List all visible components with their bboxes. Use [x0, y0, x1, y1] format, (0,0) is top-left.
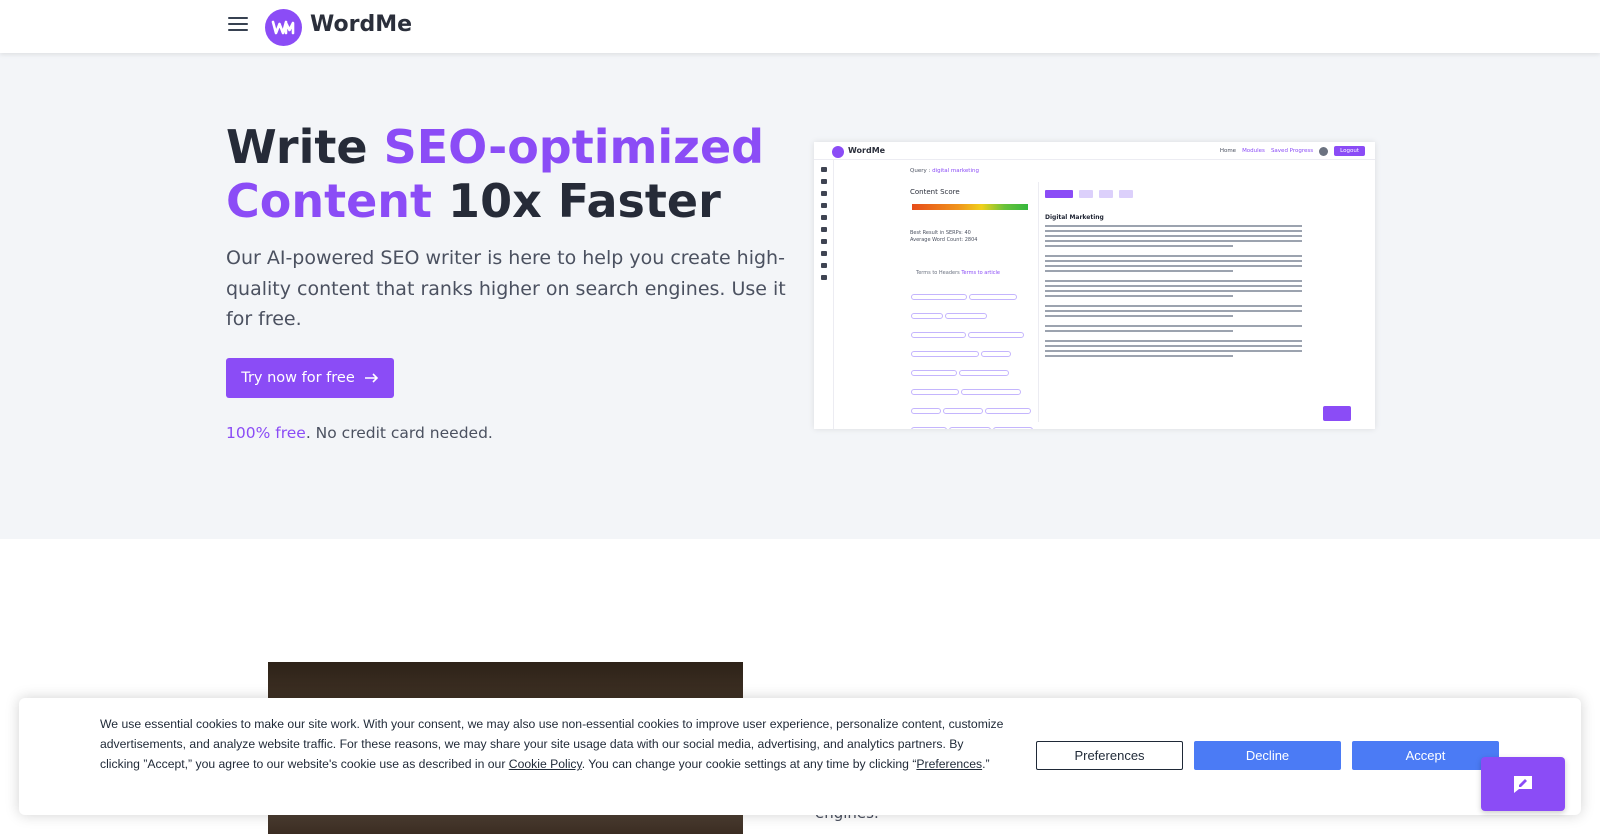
preview-sidebar [814, 160, 834, 429]
preview-content-score: Content Score Best Result in SERPs: 40 A… [910, 188, 1035, 429]
hero-subtext: Our AI-powered SEO writer is here to hel… [226, 247, 786, 330]
preview-stats: Best Result in SERPs: 40 Average Word Co… [910, 230, 977, 244]
preview-word-value: 2804 [964, 237, 978, 243]
cookie-text: We use essential cookies to make our sit… [100, 714, 1005, 774]
cookie-banner: We use essential cookies to make our sit… [19, 698, 1581, 815]
preview-word-label: Average Word Count: [910, 237, 964, 243]
cookie-policy-link[interactable]: Cookie Policy [509, 757, 582, 771]
preview-query: Query : digital marketing [910, 168, 979, 174]
accept-button[interactable]: Accept [1352, 741, 1499, 770]
preview-serp-value: 40 [964, 230, 971, 236]
headline-part1: Write [226, 120, 384, 174]
cta-label: Try now for free [241, 370, 355, 386]
free-note: 100% free. No credit card needed. [226, 424, 493, 442]
decline-button[interactable]: Decline [1194, 741, 1341, 770]
preview-chat-icon [1323, 406, 1351, 421]
preview-brand: WordMe [848, 146, 886, 155]
preview-editor: Digital Marketing [1038, 182, 1308, 422]
preview-editor-toolbar [1045, 190, 1302, 200]
headline-part2: 10x Faster [432, 174, 721, 228]
wordme-logo-icon[interactable] [265, 9, 302, 46]
cookie-text-after: .” [982, 757, 990, 771]
preview-query-label: Query : [910, 168, 931, 174]
preview-logo-icon [832, 146, 844, 158]
preview-score-title: Content Score [910, 188, 960, 196]
preferences-button[interactable]: Preferences [1036, 741, 1183, 770]
preview-nav-modules: Modules [1242, 148, 1265, 154]
chat-button[interactable] [1481, 757, 1565, 811]
app-preview-screenshot: WordMe Home Modules Saved Progress Logou… [814, 142, 1375, 429]
brand-name[interactable]: WordMe [310, 12, 412, 37]
preview-tab-article: Terms to article [961, 270, 1000, 276]
preview-term-tags [910, 286, 1035, 429]
chat-icon [1514, 776, 1532, 793]
preview-doc-title: Digital Marketing [1045, 214, 1104, 221]
free-accent: 100% free [226, 424, 306, 442]
cookie-preferences-link[interactable]: Preferences [916, 757, 982, 771]
top-navbar: WordMe [0, 0, 1600, 53]
preview-doc-body [1039, 225, 1308, 357]
preview-nav-saved: Saved Progress [1270, 148, 1314, 154]
preview-query-value: digital marketing [932, 168, 979, 174]
preview-topbar: WordMe Home Modules Saved Progress Logou… [814, 142, 1375, 160]
hero-headline: Write SEO-optimized Content 10x Faster [226, 120, 786, 228]
hamburger-menu-icon[interactable] [228, 17, 248, 33]
headline-accent1: SEO-optimized [383, 120, 765, 174]
preview-tabs: Terms to Headers Terms to article [916, 270, 1000, 276]
preview-logout: Logout [1334, 146, 1365, 156]
preview-avatar-icon [1319, 146, 1329, 156]
preview-serp-label: Best Result in SERPs: [910, 230, 963, 236]
preview-tab-headers: Terms to Headers [916, 270, 960, 276]
headline-accent2: Content [226, 174, 433, 228]
cookie-text-middle: . You can change your cookie settings at… [581, 757, 917, 771]
preview-nav-home: Home [1219, 148, 1237, 154]
free-rest: . No credit card needed. [305, 424, 493, 442]
preview-score-bar [912, 204, 1028, 210]
preview-nav: Home Modules Saved Progress Logout [1220, 146, 1365, 156]
try-now-button[interactable]: Try now for free [226, 358, 394, 398]
arrow-right-icon [364, 373, 378, 383]
